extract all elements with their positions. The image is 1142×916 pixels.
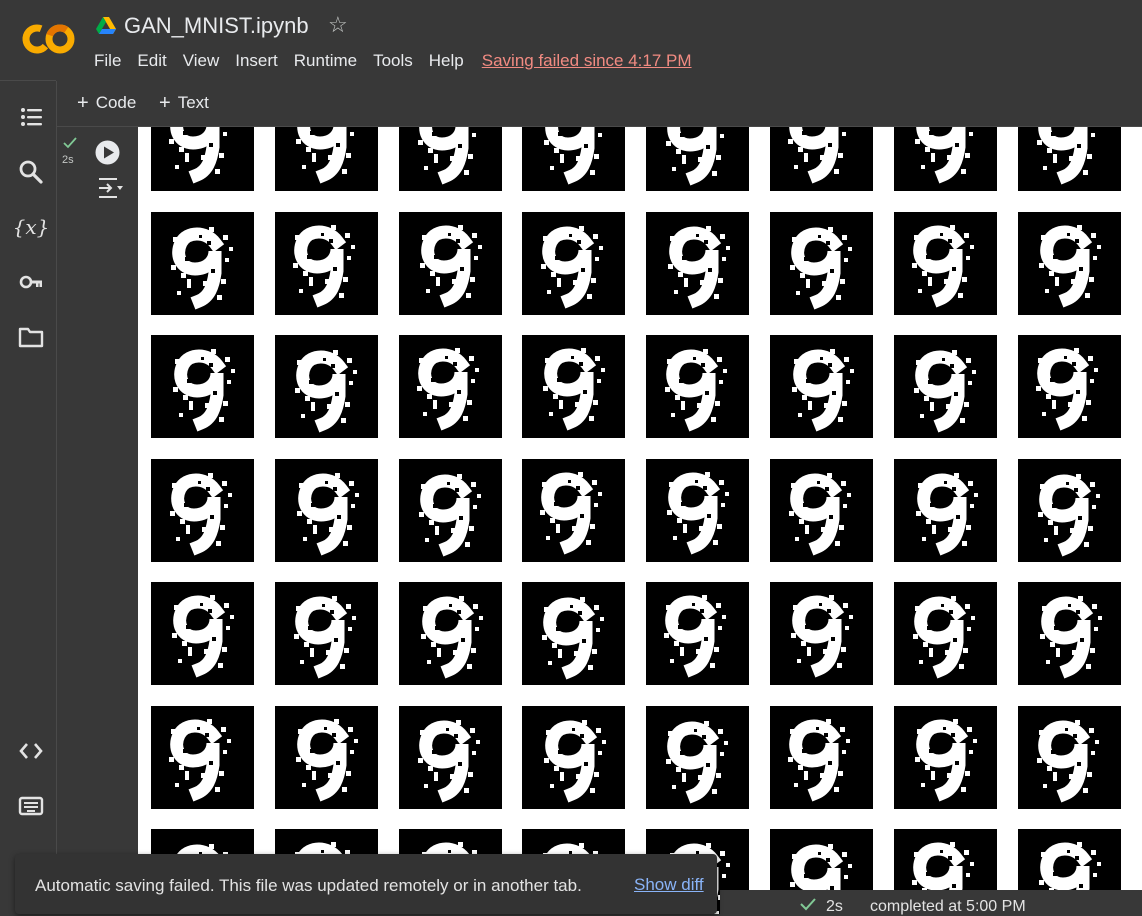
generated-digit-image [1018, 335, 1121, 438]
generated-digit-image [151, 127, 254, 191]
generated-digit-image [1018, 212, 1121, 315]
generated-digit-image [151, 459, 254, 562]
generated-digit-image [399, 127, 502, 191]
generated-digit-image [275, 459, 378, 562]
generated-digit-image [151, 335, 254, 438]
generated-digit-image [275, 582, 378, 685]
generated-digit-image [894, 212, 997, 315]
generated-digit-image [646, 212, 749, 315]
generated-digit-image [399, 212, 502, 315]
save-failed-warning[interactable]: Saving failed since 4:17 PM [482, 51, 692, 71]
cell-gutter: 2s [56, 127, 139, 914]
generated-digit-image [1018, 459, 1121, 562]
search-icon[interactable] [14, 155, 48, 189]
status-bar: 2s completed at 5:00 PM [720, 890, 1142, 915]
generated-digit-image [275, 706, 378, 809]
menu-bar: File Edit View Insert Runtime Tools Help… [86, 51, 692, 71]
show-diff-link[interactable]: Show diff [634, 875, 704, 895]
generated-digit-image [399, 706, 502, 809]
snackbar-message: Automatic saving failed. This file was u… [35, 876, 582, 895]
generated-digit-image [770, 459, 873, 562]
generated-digit-image [894, 127, 997, 191]
secrets-key-icon[interactable] [14, 265, 48, 299]
execution-success-check-icon [63, 137, 77, 149]
generated-digit-image [275, 127, 378, 191]
generated-digit-image [522, 706, 625, 809]
table-of-contents-icon[interactable] [14, 100, 48, 134]
generated-digit-image [770, 582, 873, 685]
generated-digit-image [646, 335, 749, 438]
plus-icon: + [159, 91, 171, 114]
notebook-title[interactable]: GAN_MNIST.ipynb [124, 13, 309, 39]
add-text-label: Text [177, 93, 209, 112]
menu-help[interactable]: Help [421, 51, 472, 71]
variables-glyph: {x} [12, 215, 50, 239]
menu-edit[interactable]: Edit [129, 51, 174, 71]
variables-icon[interactable]: {x} [12, 210, 50, 244]
generated-digit-image [522, 127, 625, 191]
add-text-cell-button[interactable]: + Text [159, 93, 209, 113]
generated-digit-image [399, 582, 502, 685]
execution-time: 2s [62, 154, 74, 166]
generated-digit-image [151, 582, 254, 685]
generated-digit-image [894, 459, 997, 562]
generated-digit-image [770, 127, 873, 191]
menu-tools[interactable]: Tools [365, 51, 421, 71]
generated-digit-image [275, 212, 378, 315]
generated-digit-image [646, 706, 749, 809]
run-cell-button[interactable] [95, 140, 120, 165]
generated-digit-image [646, 459, 749, 562]
generated-digit-image [770, 212, 873, 315]
header: GAN_MNIST.ipynb ☆ File Edit View Insert … [0, 0, 1142, 80]
generated-digit-image [770, 335, 873, 438]
generated-digit-image [894, 582, 997, 685]
menu-insert[interactable]: Insert [227, 51, 286, 71]
menu-view[interactable]: View [175, 51, 228, 71]
plus-icon: + [77, 91, 89, 114]
generated-digit-image [646, 582, 749, 685]
generated-digit-image [646, 127, 749, 191]
execution-success-check-icon [800, 898, 816, 911]
menu-file[interactable]: File [86, 51, 129, 71]
google-drive-icon[interactable] [96, 17, 116, 35]
generated-digit-image [522, 459, 625, 562]
generated-digit-image [1018, 582, 1121, 685]
generated-digit-image [894, 335, 997, 438]
status-exec-time: 2s [826, 898, 843, 915]
add-code-cell-button[interactable]: + Code [77, 93, 136, 113]
command-palette-icon[interactable] [14, 789, 48, 823]
generated-digit-image [399, 335, 502, 438]
notebook-toolbar: + Code + Text [56, 81, 1142, 127]
left-sidebar: {x} [0, 80, 56, 915]
colab-logo[interactable] [22, 23, 76, 55]
generated-digit-image [522, 335, 625, 438]
add-code-label: Code [95, 93, 137, 112]
generated-digit-image [275, 335, 378, 438]
generated-digit-image [522, 212, 625, 315]
generated-digit-image [522, 582, 625, 685]
generated-digit-image [399, 459, 502, 562]
files-folder-icon[interactable] [14, 320, 48, 354]
code-snippets-icon[interactable] [14, 734, 48, 768]
generated-digit-image [894, 706, 997, 809]
autosave-failed-snackbar: Automatic saving failed. This file was u… [15, 854, 717, 914]
generated-digit-image [151, 212, 254, 315]
generated-digit-image [1018, 127, 1121, 191]
generated-digit-image [151, 706, 254, 809]
status-completed-text: completed at 5:00 PM [870, 898, 1026, 915]
cell-output-image-grid [138, 127, 1142, 914]
generated-digit-image [1018, 706, 1121, 809]
menu-runtime[interactable]: Runtime [286, 51, 365, 71]
output-actions-icon[interactable] [95, 176, 125, 200]
generated-digit-image [770, 706, 873, 809]
star-icon[interactable]: ☆ [328, 12, 348, 38]
